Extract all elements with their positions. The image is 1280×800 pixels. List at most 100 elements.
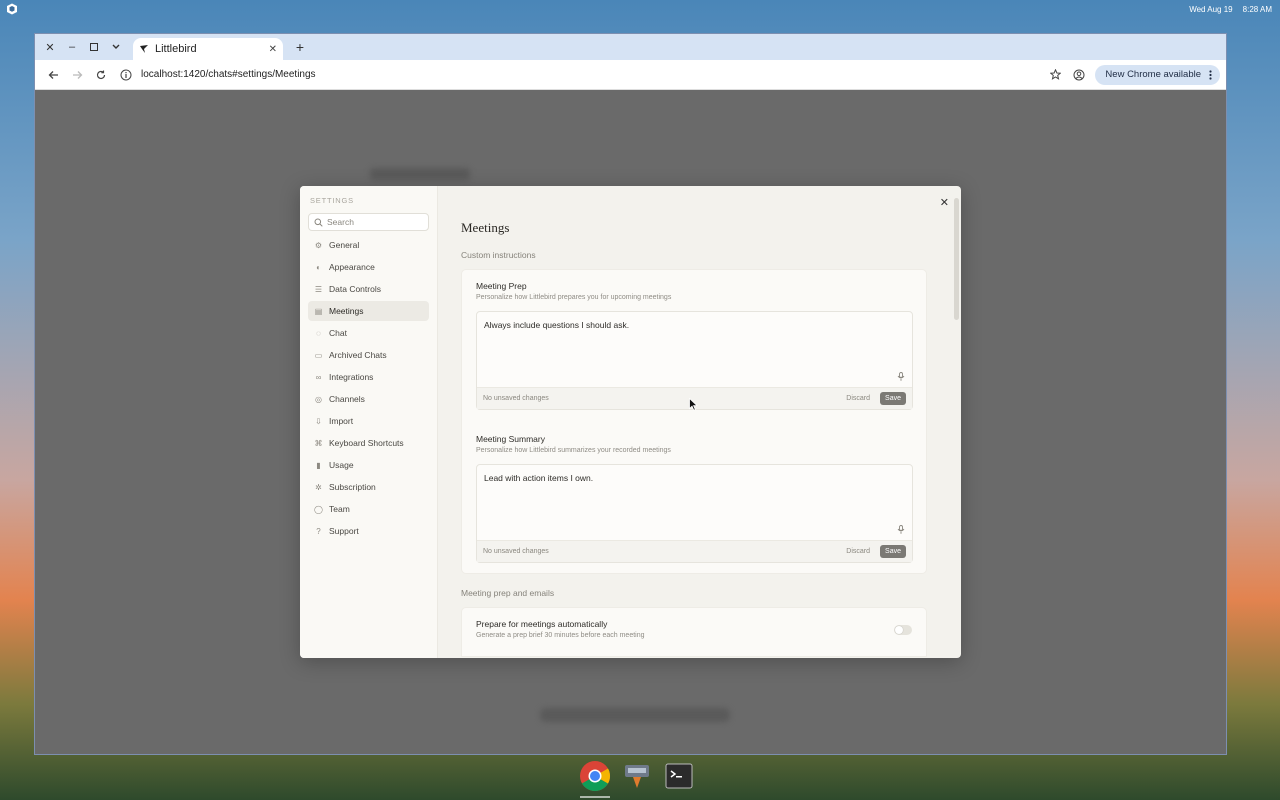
sidebar-item-meetings[interactable]: ▤ Meetings (308, 301, 429, 321)
sidebar-item-usage[interactable]: ▮ Usage (308, 455, 429, 475)
meeting-summary-description: Personalize how Littlebird summarizes yo… (476, 447, 671, 454)
sidebar-item-archived-chats[interactable]: ▭ Archived Chats (308, 345, 429, 365)
meeting-summary-discard-button[interactable]: Discard (846, 548, 870, 555)
search-placeholder: Search (327, 217, 354, 227)
sidebar-item-channels[interactable]: ◎ Channels (308, 389, 429, 409)
tab-title: Littlebird (155, 43, 197, 55)
arrow-right-icon (72, 70, 82, 79)
chrome-icon (580, 761, 611, 792)
bar-chart-icon: ▮ (316, 460, 321, 470)
sidebar-item-label: Import (329, 416, 354, 426)
command-icon: ⌘ (314, 438, 323, 448)
close-dialog-button[interactable]: ✕ (940, 196, 949, 209)
channels-icon: ◎ (315, 394, 322, 404)
app-elephant-icon (625, 765, 649, 788)
window-minimize-button[interactable]: – (61, 36, 83, 58)
users-icon: ◯ (314, 504, 323, 514)
sidebar-item-keyboard-shortcuts[interactable]: ⌘ Keyboard Shortcuts (308, 433, 429, 453)
settings-search-input[interactable]: Search (308, 213, 429, 231)
auto-prep-description: Generate a prep brief 30 minutes before … (476, 632, 645, 639)
new-tab-button[interactable]: + (289, 36, 311, 58)
address-bar[interactable]: localhost:1420/chats#settings/Meetings (113, 64, 1043, 86)
meeting-prep-save-button[interactable]: Save (880, 392, 906, 405)
search-icon (314, 218, 323, 227)
meeting-summary-title: Meeting Summary (476, 434, 545, 444)
background-page-input (540, 708, 730, 722)
meeting-prep-textarea[interactable]: Always include questions I should ask. (477, 312, 912, 387)
sidebar-item-label: Meetings (329, 306, 364, 316)
chrome-update-button[interactable]: New Chrome available (1095, 64, 1220, 85)
meeting-prep-editor: Always include questions I should ask. N… (476, 311, 913, 410)
meeting-prep-emails-label: Meeting prep and emails (461, 588, 555, 598)
maximize-icon (90, 43, 98, 51)
archive-icon: ▭ (314, 350, 323, 360)
palette-icon: ◐ (316, 262, 321, 272)
pgadmin-dock-item[interactable] (620, 759, 654, 793)
sidebar-item-label: Subscription (329, 482, 376, 492)
meeting-summary-textarea[interactable]: Lead with action items I own. (477, 465, 912, 540)
settings-nav-list: ⚙ General ◐ Appearance ☰ Data Controls ▤ Meetin… (308, 235, 429, 541)
terminal-dock-item[interactable] (662, 759, 696, 793)
system-top-bar: Wed Aug 19 8:28 AM (0, 0, 1280, 18)
meeting-prep-status: No unsaved changes (483, 395, 549, 402)
sidebar-item-label: Archived Chats (329, 350, 387, 360)
auto-prep-toggle[interactable] (894, 625, 912, 635)
content-scrollbar[interactable] (954, 198, 959, 320)
window-close-button[interactable]: ✕ (39, 36, 61, 58)
meeting-prep-discard-button[interactable]: Discard (846, 395, 870, 402)
meeting-summary-value: Lead with action items I own. (484, 473, 594, 483)
forward-button[interactable] (65, 63, 89, 87)
browser-tab[interactable]: Littlebird ✕ (133, 38, 283, 60)
gear-icon: ✲ (315, 482, 322, 492)
sidebar-item-data-controls[interactable]: ☰ Data Controls (308, 279, 429, 299)
custom-instructions-card: Meeting Prep Personalize how Littlebird … (461, 269, 927, 574)
reload-button[interactable] (89, 63, 113, 87)
sidebar-item-general[interactable]: ⚙ General (308, 235, 429, 255)
bookmark-button[interactable] (1043, 63, 1067, 87)
meeting-summary-editor: Lead with action items I own. No unsaved… (476, 464, 913, 563)
url-text: localhost:1420/chats#settings/Meetings (141, 69, 316, 80)
site-info-icon[interactable] (119, 68, 133, 82)
sidebar-item-support[interactable]: ? Support (308, 521, 429, 541)
system-logo-icon[interactable] (6, 3, 18, 15)
tab-strip: ✕ – Littlebird ✕ + (35, 34, 1226, 60)
settings-content: ✕ Meetings Custom instructions Meeting P… (438, 186, 961, 658)
sidebar-item-team[interactable]: ◯ Team (308, 499, 429, 519)
chat-icon: ◌ (316, 328, 321, 338)
sidebar-item-subscription[interactable]: ✲ Subscription (308, 477, 429, 497)
microphone-icon[interactable] (897, 372, 905, 381)
chrome-update-label: New Chrome available (1105, 69, 1201, 80)
meeting-prep-description: Personalize how Littlebird prepares you … (476, 294, 672, 301)
terminal-icon (665, 763, 693, 789)
tab-close-icon[interactable]: ✕ (269, 44, 277, 55)
sidebar-item-appearance[interactable]: ◐ Appearance (308, 257, 429, 277)
calendar-icon: ▤ (314, 306, 323, 316)
chrome-dock-item[interactable] (578, 759, 612, 798)
microphone-icon[interactable] (897, 525, 905, 534)
meeting-summary-save-button[interactable]: Save (880, 545, 906, 558)
sidebar-item-integrations[interactable]: ∞ Integrations (308, 367, 429, 387)
meeting-prep-title: Meeting Prep (476, 281, 527, 291)
system-clock[interactable]: Wed Aug 19 8:28 AM (1189, 5, 1274, 14)
custom-instructions-label: Custom instructions (461, 250, 536, 260)
sliders-icon: ⚙ (314, 240, 323, 250)
mouse-cursor-icon (689, 398, 698, 411)
sidebar-item-label: Channels (329, 394, 365, 404)
tab-search-button[interactable] (105, 36, 127, 58)
back-button[interactable] (41, 63, 65, 87)
settings-heading: SETTINGS (310, 196, 354, 205)
sidebar-item-label: Support (329, 526, 359, 536)
active-indicator (580, 796, 610, 798)
sidebar-item-label: Chat (329, 328, 347, 338)
meeting-prep-value: Always include questions I should ask. (484, 320, 630, 330)
kebab-menu-icon (1209, 69, 1212, 80)
settings-sidebar: SETTINGS Search ⚙ General ◐ Appearance ☰ Data… (300, 186, 438, 658)
window-maximize-button[interactable] (83, 36, 105, 58)
sidebar-item-label: General (329, 240, 360, 250)
auto-prep-card: Prepare for meetings automatically Gener… (461, 607, 927, 657)
sidebar-item-import[interactable]: ⇩ Import (308, 411, 429, 431)
sidebar-item-chat[interactable]: ◌ Chat (308, 323, 429, 343)
sidebar-item-label: Usage (329, 460, 354, 470)
profile-button[interactable] (1067, 63, 1091, 87)
field-spacer (476, 420, 912, 434)
